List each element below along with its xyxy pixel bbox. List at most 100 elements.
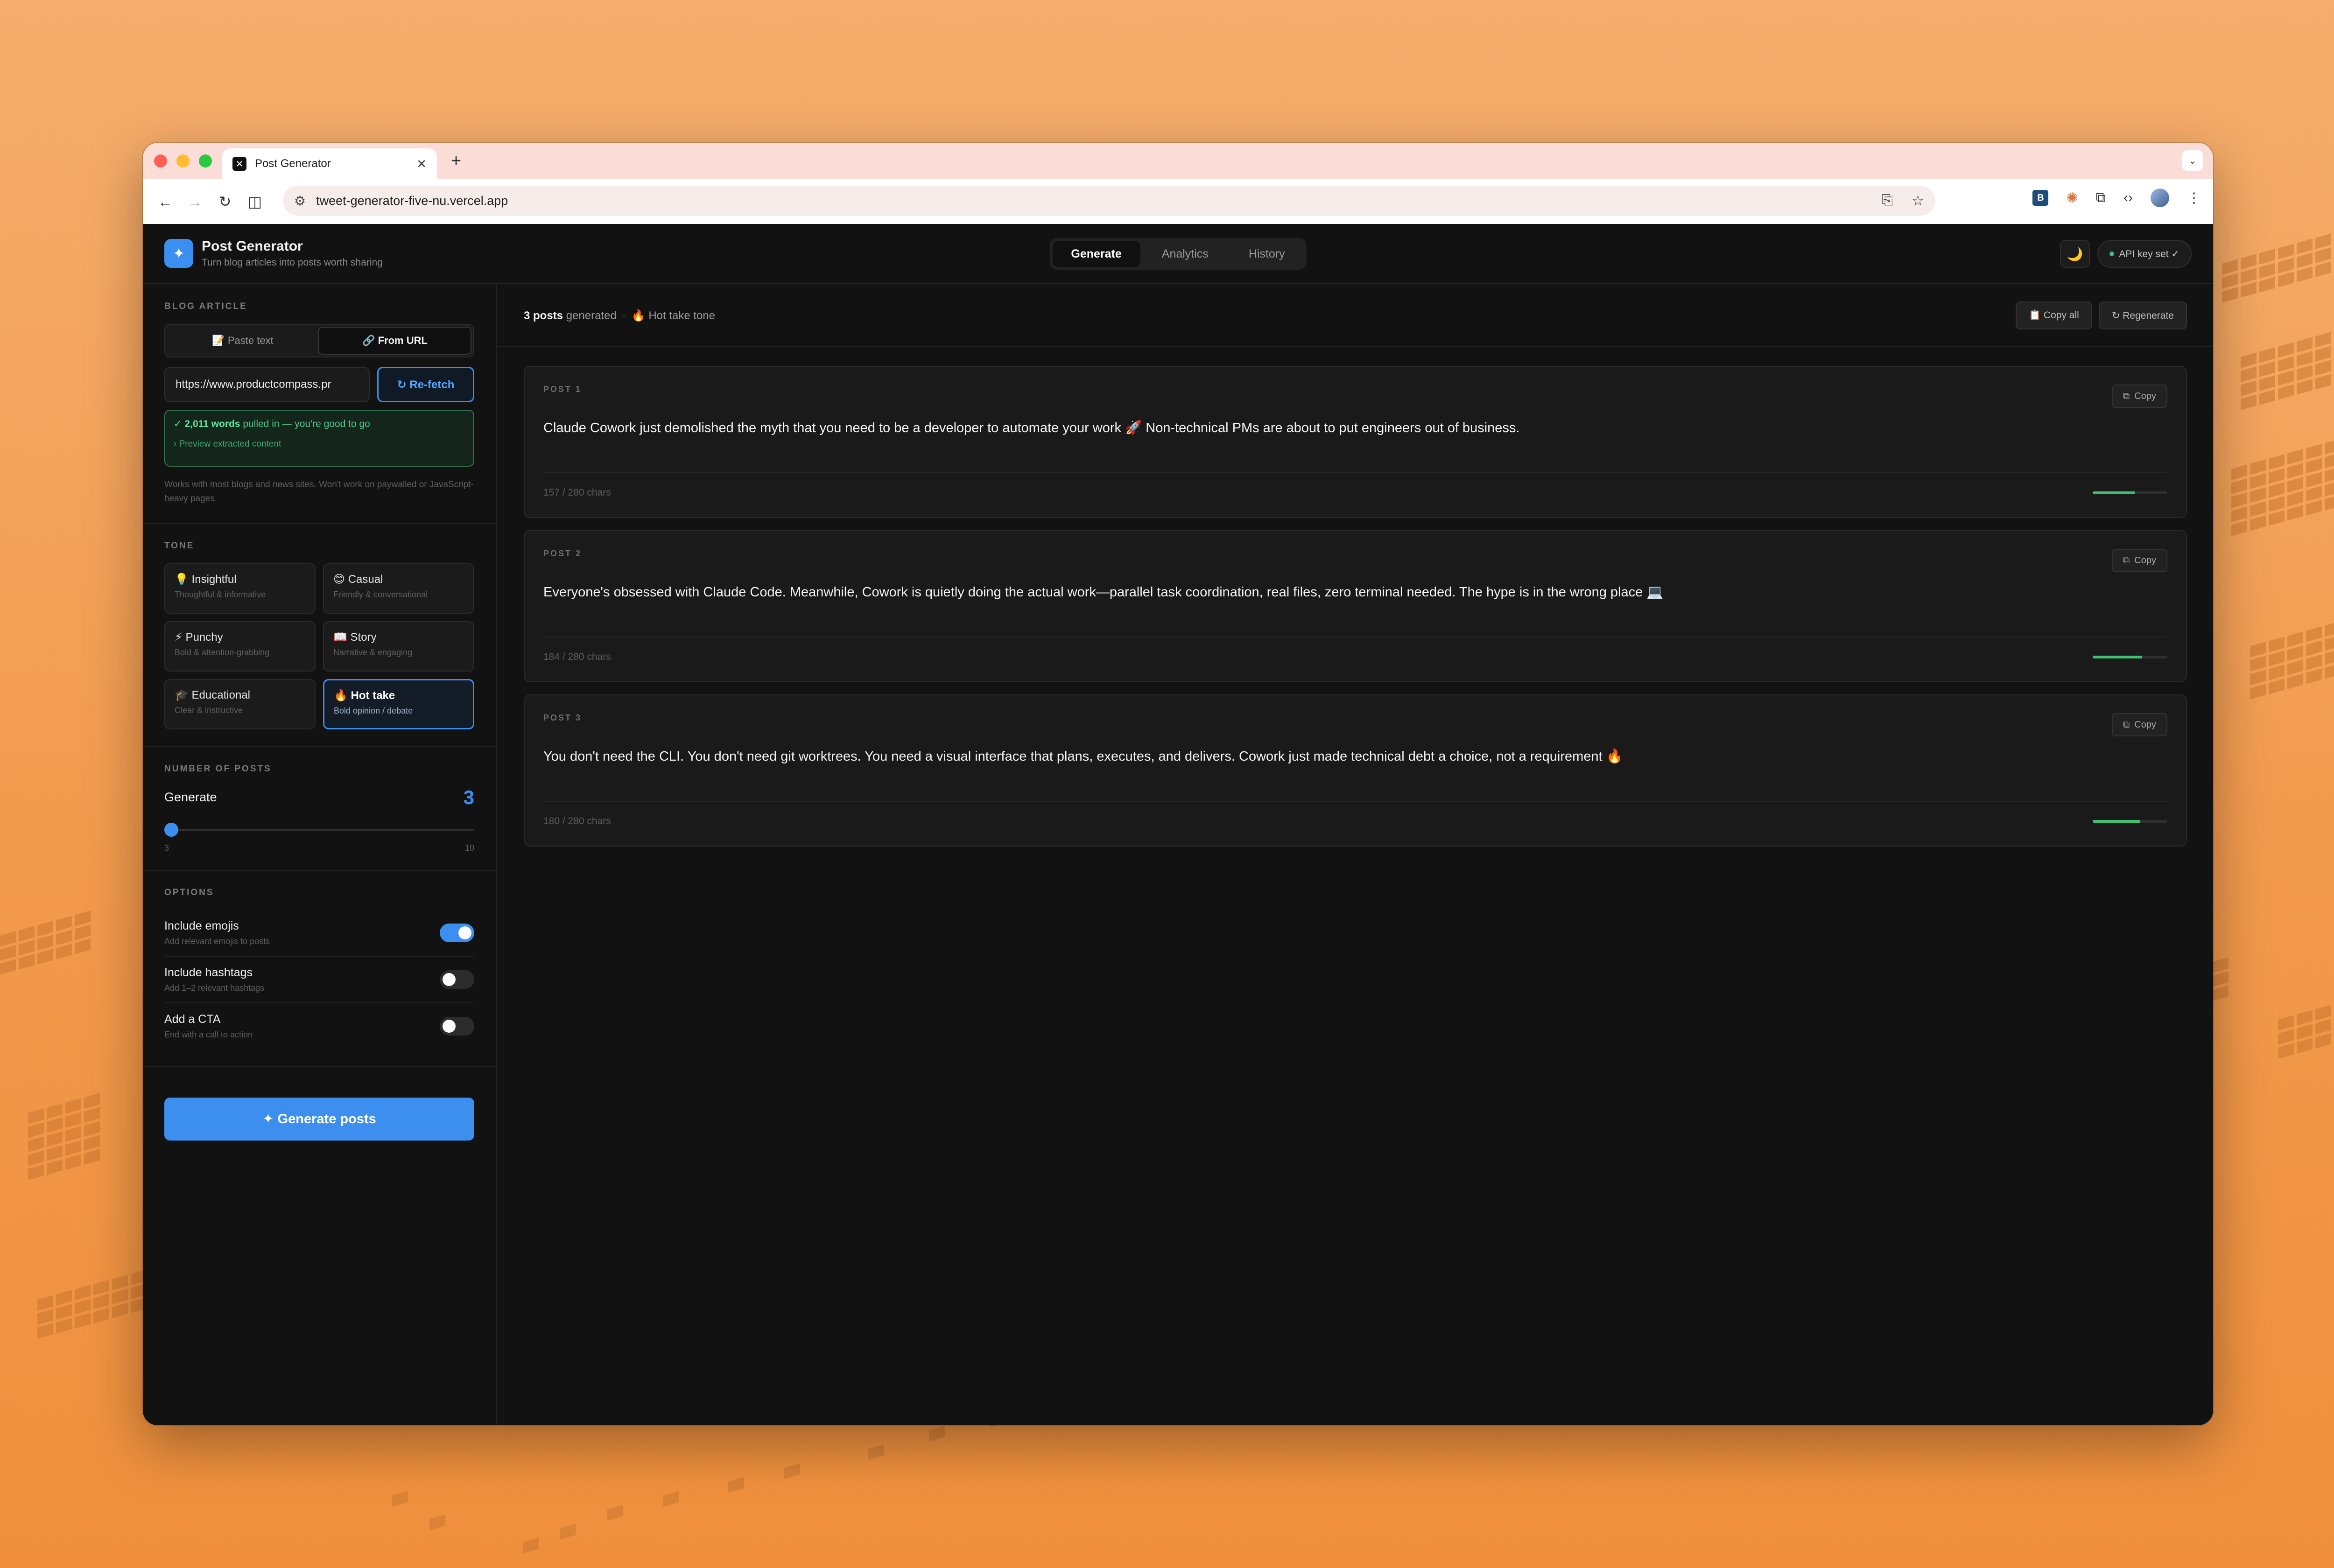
toggle-knob [443,1019,456,1033]
pixel-tile [28,1108,44,1124]
close-tab-icon[interactable]: ✕ [416,157,427,171]
bookmark-star-icon[interactable]: ☆ [1912,193,1924,209]
pixel-tile [75,1285,91,1301]
tone-insightful[interactable]: 💡 Insightful Thoughtful & informative [164,563,316,614]
site-settings-icon[interactable]: ⚙ [294,193,306,209]
copy-all-button[interactable]: 📋 Copy all [2015,301,2092,329]
pixel-tile [2250,656,2266,672]
moon-theme-toggle-icon[interactable]: 🌙 [2060,240,2090,268]
slider-track[interactable] [164,828,474,831]
tab-history[interactable]: History [1230,241,1304,267]
copy-label: Copy [2134,719,2156,730]
pixel-tile [2269,651,2285,666]
pixel-tile [2287,449,2303,465]
pixel-tile [0,959,16,975]
tone-casual[interactable]: 😊 Casual Friendly & conversational [323,563,474,614]
hashtags-toggle[interactable] [440,970,474,989]
browser-tab[interactable]: ✕ Post Generator ✕ [222,148,437,179]
copy-post-button[interactable]: ⧉ Copy [2112,713,2167,736]
pixel-tile [2250,487,2266,503]
preview-extracted-link[interactable]: › Preview extracted content [174,439,465,449]
maximize-window-button[interactable] [199,154,212,168]
close-window-button[interactable] [154,154,167,168]
extension-b-icon[interactable]: B [2032,190,2049,206]
url-input[interactable] [164,367,370,402]
option-description: End with a call to action [164,1029,253,1039]
post-card: POST 3 ⧉ Copy You don't need the CLI. You… [524,694,2187,847]
copy-post-button[interactable]: ⧉ Copy [2112,549,2167,572]
tone-story[interactable]: 📖 Story Narrative & engaging [323,621,474,672]
devtools-code-icon[interactable]: ‹› [2123,190,2133,206]
emojis-toggle[interactable] [440,923,474,942]
pixel-tile [2269,665,2285,680]
split-view-icon[interactable]: ◫ [242,189,268,215]
tone-title: 📖 Story [333,630,377,644]
pixel-tile [2315,1005,2331,1021]
copy-label: Copy [2134,555,2156,566]
minimize-window-button[interactable] [176,154,190,168]
slider-max: 10 [464,843,474,853]
pixel-tile [56,944,72,959]
from-url-tab[interactable]: 🔗 From URL [318,327,471,355]
tone-summary: 🔥 Hot take tone [631,309,716,322]
browser-menu-icon[interactable]: ⋮ [2187,190,2201,206]
tone-title: 💡 Insightful [175,573,237,586]
refetch-button[interactable]: ↻ Re-fetch [377,367,474,402]
tone-educational[interactable]: 🎓 Educational Clear & instructive [164,679,316,729]
address-bar[interactable]: ⚙ tweet-generator-five-nu.vercel.app ⎘ ☆ [283,186,1935,216]
tab-search-icon[interactable]: ⌄ [2182,150,2203,171]
post-count-slider[interactable] [164,822,474,837]
pixel-tile [2297,1038,2313,1054]
extensions-area: B ✺ ⧉ ‹› ⋮ [2032,189,2201,207]
install-app-icon[interactable]: ⎘ [1882,193,1893,209]
pixel-tile [560,1524,576,1540]
tone-hot-take[interactable]: 🔥 Hot take Bold opinion / debate [323,679,474,729]
generate-posts-button[interactable]: ✦ Generate posts [164,1097,474,1141]
pixel-tile [2241,380,2257,396]
paste-text-tab[interactable]: 📝 Paste text [167,327,318,355]
post-label: POST 1 [543,385,582,394]
post-card: POST 1 ⧉ Copy Claude Cowork just demolish… [524,366,2187,518]
slider-thumb[interactable] [164,822,178,837]
pixel-tile [65,1126,81,1142]
pixel-tile [47,1117,63,1133]
back-icon[interactable]: ← [152,189,178,215]
regenerate-button[interactable]: ↻ Regenerate [2098,301,2187,329]
toggle-knob [443,973,456,986]
pixel-tile [56,1318,72,1334]
pixel-tile [84,1107,100,1123]
post-count-section: NUMBER OF POSTS Generate 3 3 10 [143,747,496,871]
pixel-tile [2222,287,2238,303]
count-value: 3 [463,786,474,808]
new-tab-button[interactable]: + [451,151,461,171]
blog-article-section: BLOG ARTICLE 📝 Paste text 🔗 From URL ↻ R… [143,285,496,524]
forward-icon[interactable]: → [182,189,208,215]
extension-claude-icon[interactable]: ✺ [2066,190,2078,206]
tone-description: Narrative & engaging [333,647,413,657]
profile-avatar[interactable] [2151,189,2169,207]
tab-analytics[interactable]: Analytics [1143,241,1227,267]
pixel-tile [2297,266,2313,282]
reload-icon[interactable]: ↻ [212,189,238,215]
slider-min: 3 [164,843,169,853]
cta-toggle[interactable] [440,1016,474,1036]
url-text[interactable]: tweet-generator-five-nu.vercel.app [316,194,1882,208]
pixel-tile [56,1290,72,1306]
api-key-status-badge[interactable]: API key set ✓ [2097,240,2192,268]
pixel-tile [2241,352,2257,368]
pixel-tile [56,930,72,945]
pixel-tile [2315,374,2331,390]
tone-description: Thoughtful & informative [175,589,266,599]
pixel-tile [2278,370,2294,386]
slider-range: 3 10 [164,843,474,853]
pixel-tile [28,1136,44,1152]
extensions-puzzle-icon[interactable]: ⧉ [2096,190,2106,206]
copy-post-button[interactable]: ⧉ Copy [2112,385,2167,408]
tone-punchy[interactable]: ⚡ Punchy Bold & attention-grabbing [164,621,316,672]
pixel-tile [523,1538,539,1554]
post-text: You don't need the CLI. You don't need g… [543,749,1623,764]
tab-generate[interactable]: Generate [1052,241,1140,267]
pixel-tile [75,910,91,926]
pixel-tile [47,1103,63,1119]
pixel-tile [429,1514,445,1530]
